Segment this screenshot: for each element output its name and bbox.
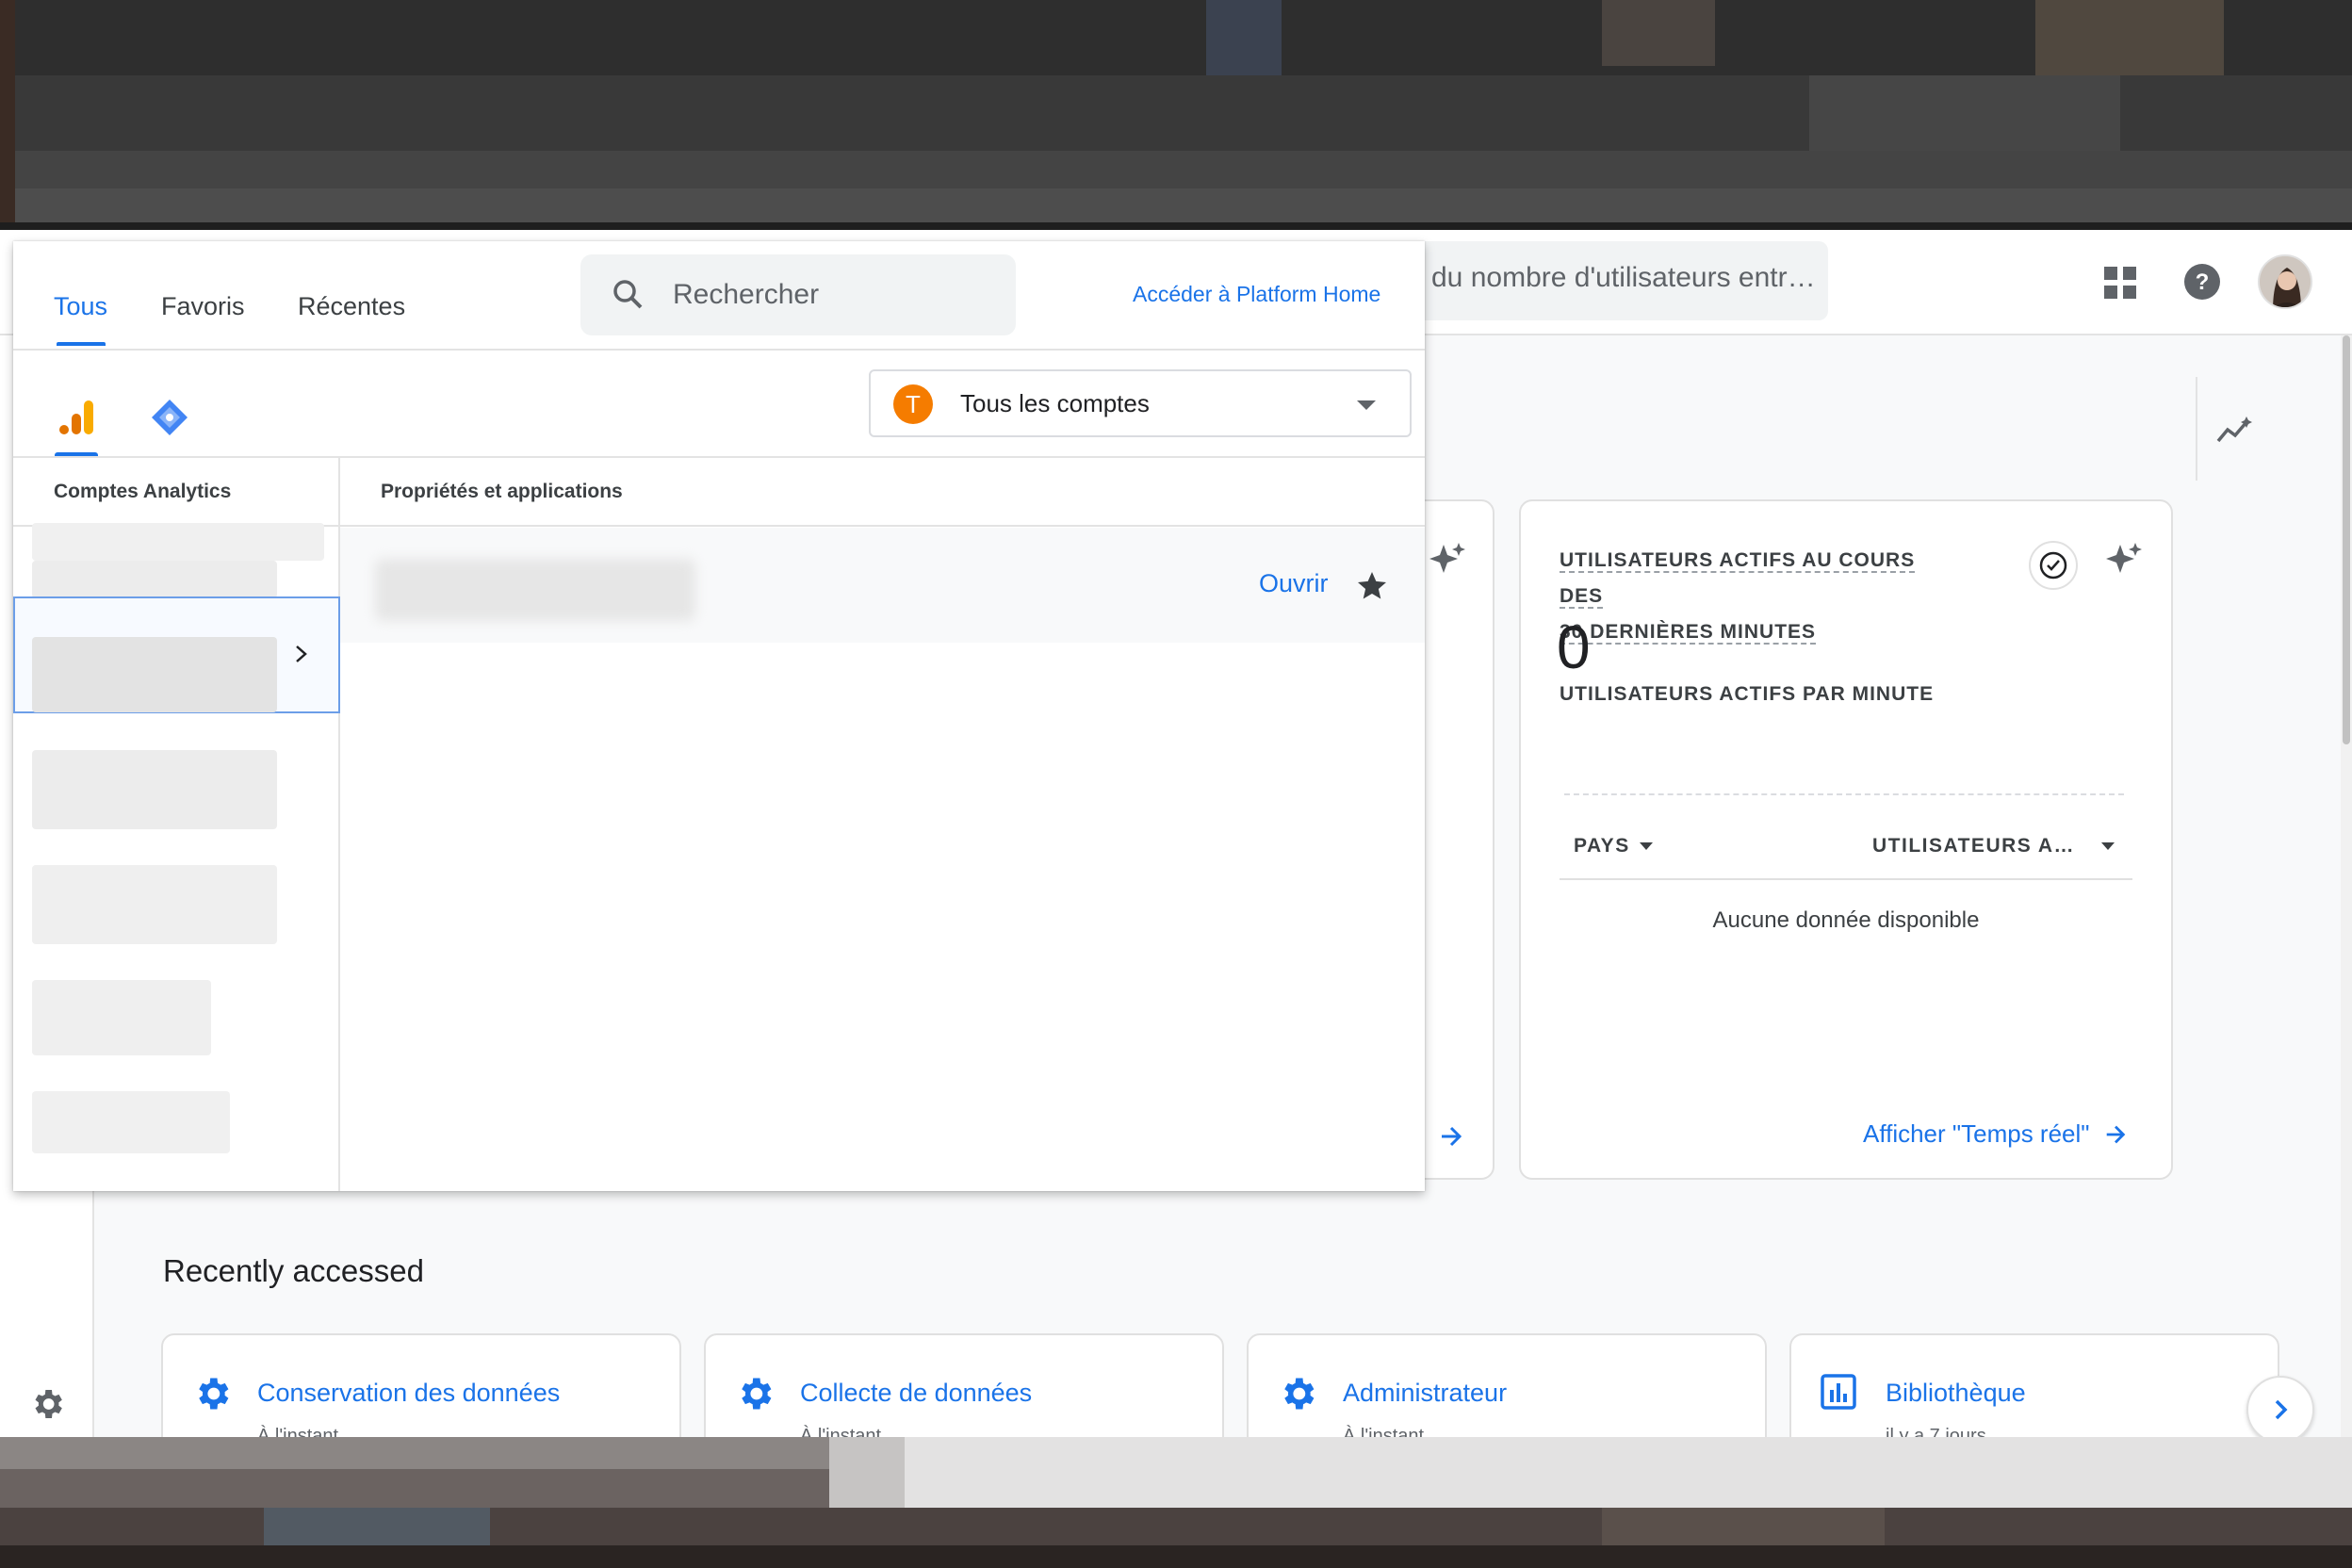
avatar[interactable]	[2258, 254, 2312, 309]
insights-divider	[2196, 377, 2197, 481]
sparkline-baseline	[1564, 793, 2124, 795]
recent-item-label: Conservation des données	[257, 1379, 561, 1407]
tab-favorites[interactable]: Favoris	[161, 292, 245, 321]
arrow-right-icon[interactable]	[1434, 1119, 1468, 1153]
account-list-item[interactable]	[32, 980, 211, 1055]
properties-column-heading: Propriétés et applications	[381, 481, 623, 502]
gear-icon	[1277, 1373, 1318, 1419]
accounts-column-heading: Comptes Analytics	[54, 481, 232, 502]
chevron-right-icon	[2275, 1399, 2288, 1420]
tab-recent[interactable]: Récentes	[298, 292, 405, 321]
sparkle-icon[interactable]	[1427, 539, 1468, 580]
blurred-browser-chrome	[0, 0, 2352, 230]
scrollbar-thumb[interactable]	[2343, 335, 2350, 744]
property-name-redacted	[375, 559, 695, 621]
account-list-item[interactable]	[32, 561, 277, 598]
gear-icon	[191, 1373, 233, 1419]
dropdown-arrow-icon	[1353, 396, 1380, 415]
check-circle-icon[interactable]	[2029, 541, 2078, 590]
blurred-taskbar	[0, 1437, 2352, 1568]
picker-header-divider	[13, 349, 1425, 351]
view-realtime-link[interactable]: Afficher "Temps réel"	[1863, 1119, 2128, 1149]
table-divider	[1560, 878, 2132, 880]
open-property-link[interactable]: Ouvrir	[1259, 569, 1329, 598]
carousel-next-button[interactable]	[2246, 1376, 2314, 1444]
svg-text:?: ?	[2196, 270, 2210, 295]
dropdown-arrow-icon	[2101, 842, 2115, 850]
realtime-card-title: UTILISATEURS ACTIFS AU COURS DES 30 DERNI…	[1560, 549, 1916, 645]
library-icon	[1820, 1373, 1857, 1415]
active-users-count: 0	[1557, 613, 1591, 681]
active-tab-indicator	[57, 342, 106, 346]
account-list-item[interactable]	[32, 865, 277, 944]
account-badge: T	[893, 384, 933, 424]
column-header-users[interactable]: UTILISATEURS A…	[1872, 835, 2115, 858]
account-list-item[interactable]	[32, 750, 277, 829]
analytics-logo-icon[interactable]	[55, 396, 98, 439]
search-icon	[609, 275, 646, 313]
sparkle-icon[interactable]	[2103, 539, 2145, 580]
header-search-text[interactable]: du nombre d'utilisateurs entr…	[1431, 262, 1816, 294]
account-list-item[interactable]	[32, 1091, 230, 1153]
account-filter-label: Tous les comptes	[960, 389, 1150, 417]
realtime-subtitle: UTILISATEURS ACTIFS PAR MINUTE	[1560, 683, 1935, 705]
tag-manager-logo-icon[interactable]	[147, 396, 192, 439]
recent-item-label: Collecte de données	[800, 1379, 1033, 1407]
arrow-right-icon	[2106, 1125, 2125, 1143]
recently-accessed-title: Recently accessed	[163, 1253, 424, 1288]
account-list-item[interactable]	[32, 637, 277, 712]
dropdown-arrow-icon	[1639, 842, 1653, 850]
recent-item-label: Bibliothèque	[1886, 1379, 2026, 1407]
help-icon[interactable]: ?	[2180, 260, 2224, 303]
picker-search-placeholder[interactable]: Rechercher	[673, 279, 819, 311]
column-header-country[interactable]: PAYS	[1574, 835, 1653, 858]
picker-subheader-divider	[13, 456, 1425, 458]
admin-gear-icon[interactable]	[28, 1385, 66, 1428]
chevron-right-icon	[290, 641, 313, 667]
gear-icon	[734, 1373, 776, 1419]
account-list-item[interactable]	[32, 523, 324, 561]
apps-grid-icon[interactable]	[2099, 262, 2141, 303]
platform-home-link[interactable]: Accéder à Platform Home	[1133, 282, 1380, 307]
tab-all[interactable]: Tous	[54, 292, 107, 321]
no-data-message: Aucune donnée disponible	[1712, 907, 1980, 933]
star-icon[interactable]	[1353, 567, 1391, 605]
recent-item-label: Administrateur	[1343, 1379, 1508, 1407]
insights-icon[interactable]	[2214, 409, 2256, 450]
